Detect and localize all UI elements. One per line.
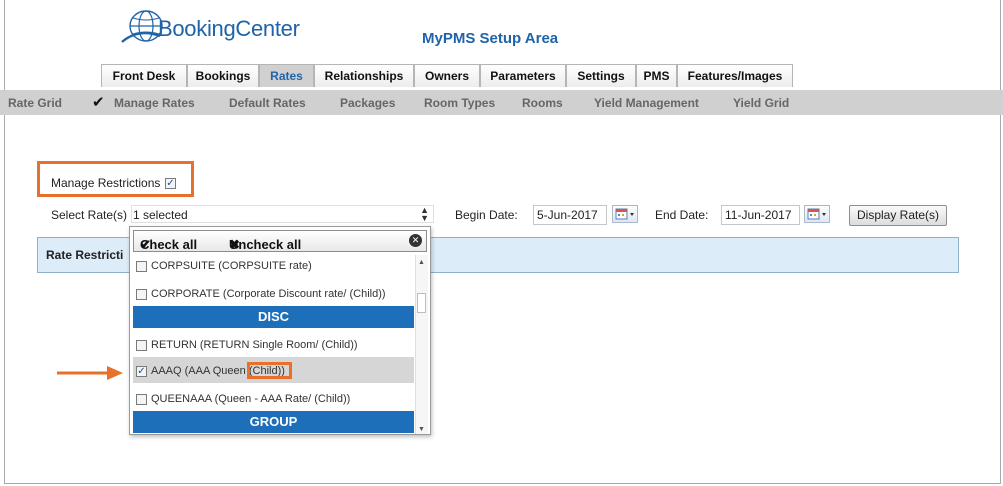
subnav-rate-grid[interactable]: Rate Grid <box>8 96 62 110</box>
calendar-icon <box>615 208 634 220</box>
subnav-rooms[interactable]: Rooms <box>522 96 563 110</box>
begin-date-calendar-button[interactable] <box>612 205 638 223</box>
tab-rates[interactable]: Rates <box>259 64 314 87</box>
arrow-icon <box>57 366 123 380</box>
manage-restrictions-label: Manage Restrictions <box>51 176 161 190</box>
end-date-input[interactable]: 11-Jun-2017 <box>721 205 800 225</box>
tab-front-desk[interactable]: Front Desk <box>101 64 187 87</box>
subnav-packages[interactable]: Packages <box>340 96 395 110</box>
subnav-yield-grid[interactable]: Yield Grid <box>733 96 789 110</box>
tab-bookings[interactable]: Bookings <box>187 64 259 87</box>
tab-owners[interactable]: Owners <box>414 64 480 87</box>
select-rates-dropdown[interactable]: 1 selected ▲ ▼ <box>131 205 434 223</box>
select-rates-label: Select Rate(s) <box>51 208 128 222</box>
end-date-calendar-button[interactable] <box>804 205 830 223</box>
subnav-yield-management[interactable]: Yield Management <box>594 96 699 110</box>
group-header-group: GROUP <box>133 411 414 433</box>
bookingcenter-logo: BookingCenter <box>120 6 320 50</box>
tab-pms[interactable]: PMS <box>636 64 677 87</box>
select-rates-value: 1 selected <box>133 208 188 222</box>
child-label-highlight <box>247 362 292 379</box>
subnav-manage-rates[interactable]: Manage Rates <box>114 96 195 110</box>
page-title: MyPMS Setup Area <box>422 30 559 47</box>
checkmark-icon: ✔ <box>92 94 105 111</box>
rate-option[interactable]: CORPSUITE (CORPSUITE rate) <box>136 260 312 272</box>
tab-features-images[interactable]: Features/Images <box>677 64 793 87</box>
rate-multiselect-menu: ✔ Check all ✖ Uncheck all ✕ CORPSUITE (COR… <box>129 226 431 435</box>
end-date-label: End Date: <box>655 208 709 222</box>
rate-option[interactable]: CORPORATE (Corporate Discount rate/ (Chi… <box>136 288 386 300</box>
tab-settings[interactable]: Settings <box>566 64 636 87</box>
group-header-disc: DISC <box>133 306 414 328</box>
rate-restrictions-title: Rate Restricti <box>46 248 124 262</box>
rate-option[interactable]: QUEENAAA (Queen - AAA Rate/ (Child)) <box>136 393 350 405</box>
scrollbar-thumb[interactable] <box>417 293 426 313</box>
scroll-up-icon[interactable]: ▲ <box>418 259 425 266</box>
subnav-default-rates[interactable]: Default Rates <box>229 96 306 110</box>
calendar-icon <box>807 208 826 220</box>
select-arrows-icon: ▲ ▼ <box>420 205 429 223</box>
tab-relationships[interactable]: Relationships <box>314 64 414 87</box>
subnav-room-types[interactable]: Room Types <box>424 96 495 110</box>
multiselect-header: ✔ Check all ✖ Uncheck all ✕ <box>133 230 427 252</box>
dropdown-scrollbar[interactable]: ▲ ▼ <box>415 255 428 434</box>
scroll-down-icon[interactable]: ▼ <box>418 426 425 433</box>
rate-option[interactable]: RETURN (RETURN Single Room/ (Child)) <box>136 339 358 351</box>
begin-date-input[interactable]: 5-Jun-2017 <box>533 205 607 225</box>
close-icon[interactable]: ✕ <box>409 234 422 247</box>
begin-date-label: Begin Date: <box>455 208 518 222</box>
tab-parameters[interactable]: Parameters <box>480 64 566 87</box>
manage-restrictions-checkbox[interactable]: ✓ <box>165 176 176 190</box>
logo-text: BookingCenter <box>158 16 300 41</box>
display-rates-button[interactable]: Display Rate(s) <box>849 205 947 226</box>
